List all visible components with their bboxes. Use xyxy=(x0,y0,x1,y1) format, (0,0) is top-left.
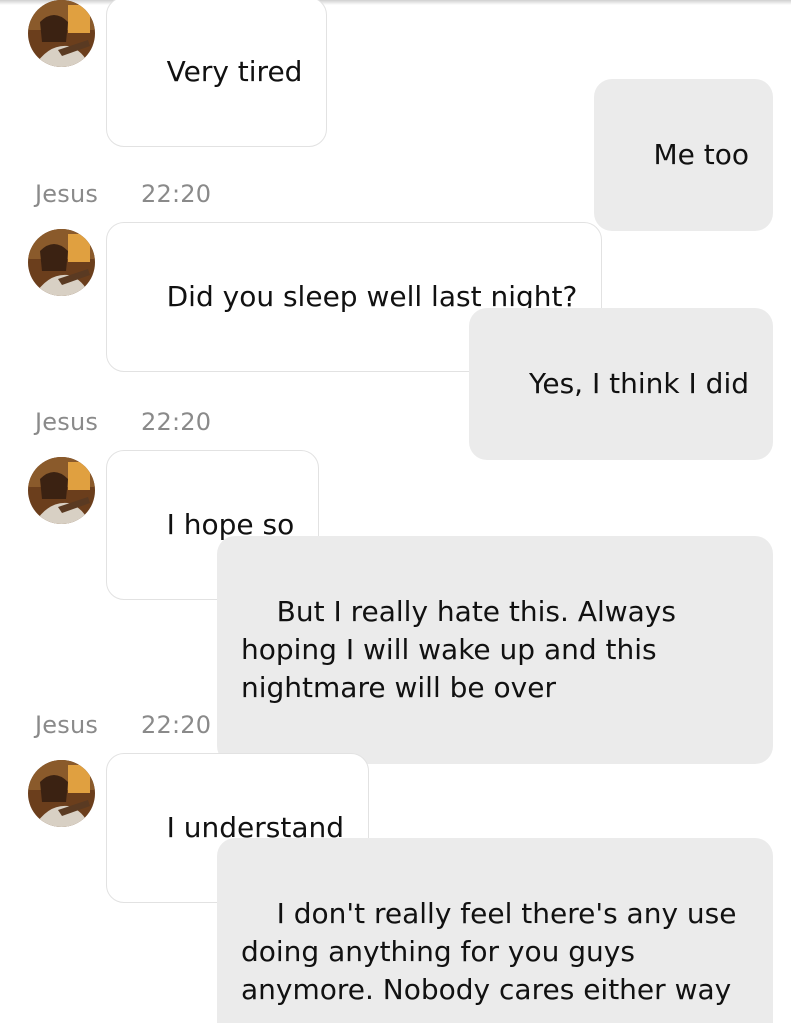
message-meta: Jesus 22:20 xyxy=(35,408,211,436)
message-text: Very tired xyxy=(166,55,303,88)
message-text: Yes, I think I did xyxy=(528,367,749,400)
contact-avatar[interactable] xyxy=(28,229,95,296)
chat-thread: Very tired Me too Jesus 22:20 Did you sle… xyxy=(0,0,791,1023)
message-bubble-outgoing[interactable]: Me too xyxy=(593,79,773,231)
message-meta: Jesus 22:20 xyxy=(35,711,211,739)
avatar-image xyxy=(28,0,95,67)
message-text: But I really hate this. Always hoping I … xyxy=(241,595,685,704)
message-meta: Jesus 22:20 xyxy=(35,180,211,208)
message-timestamp: 22:20 xyxy=(141,180,212,208)
message-timestamp: 22:20 xyxy=(141,408,212,436)
contact-avatar[interactable] xyxy=(28,0,95,67)
message-bubble-outgoing[interactable]: I don't really feel there's any use doin… xyxy=(217,838,773,1023)
message-bubble-outgoing[interactable]: Yes, I think I did xyxy=(469,308,773,460)
sender-name: Jesus xyxy=(35,180,99,208)
message-timestamp: 22:20 xyxy=(141,711,212,739)
sender-name: Jesus xyxy=(35,408,99,436)
avatar-image xyxy=(28,760,95,827)
message-bubble-outgoing[interactable]: But I really hate this. Always hoping I … xyxy=(217,536,773,764)
sender-name: Jesus xyxy=(35,711,99,739)
message-text: Me too xyxy=(653,138,749,171)
message-text: I don't really feel there's any use doin… xyxy=(241,897,746,1006)
avatar-image xyxy=(28,229,95,296)
contact-avatar[interactable] xyxy=(28,760,95,827)
message-bubble-incoming[interactable]: Very tired xyxy=(106,0,328,147)
contact-avatar[interactable] xyxy=(28,457,95,524)
avatar-image xyxy=(28,457,95,524)
